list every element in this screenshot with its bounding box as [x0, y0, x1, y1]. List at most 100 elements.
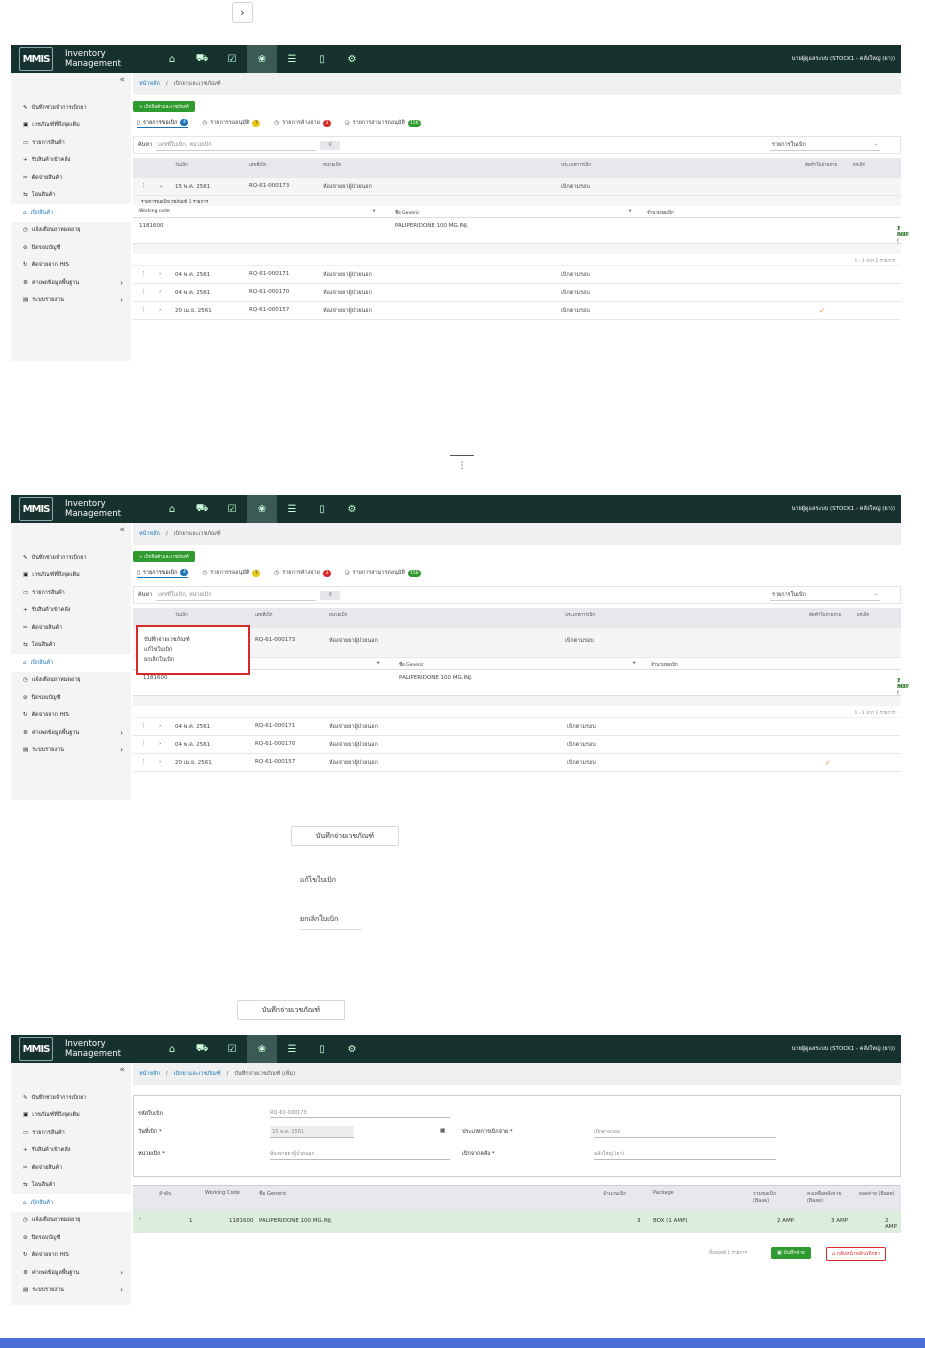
table-row-expanded[interactable]: ⋮ ⌄ 15 พ.ค. 2561 RQ-61-000173 ห้องจ่ายยา… — [133, 178, 901, 196]
sidebar-item[interactable]: ▤ ระบบรายงาน › — [11, 1282, 131, 1300]
row-menu-icon[interactable]: ⋮ — [141, 271, 147, 277]
date-field[interactable]: 15 พ.ค. 2561 — [270, 1126, 354, 1138]
gift-icon[interactable]: ❀ — [247, 45, 277, 73]
sidebar-item[interactable]: ✂ ตัดจ่ายสินค้า — [11, 169, 131, 187]
home-icon[interactable]: ⌂ — [157, 1035, 187, 1063]
sidebar-item[interactable]: ✂ ตัดจ่ายสินค้า — [11, 619, 131, 637]
record-dispense-callout[interactable]: บันทึกจ่ายเวชภัณฑ์ — [291, 826, 399, 846]
table-row[interactable]: ⋮ › 04 พ.ค. 2561 RQ-61-000170 ห้องจ่ายยาผู้ป… — [133, 736, 901, 754]
cart-icon[interactable]: ⛟ — [187, 495, 217, 523]
tab-requests[interactable]: ▯ รายการขอเบิก 4 — [137, 569, 189, 578]
chevron-right-icon[interactable]: › — [159, 759, 161, 765]
gear-icon[interactable]: ⚙ — [337, 1035, 367, 1063]
check-square-icon[interactable]: ☑ — [217, 495, 247, 523]
home-icon[interactable]: ⌂ — [157, 45, 187, 73]
sidebar-item[interactable]: ▣ เวชภัณฑ์ที่ถึงจุดเติม — [11, 1107, 131, 1125]
user-menu[interactable]: นายผู้ดูแลระบบ (STOCK1 - คลังใหญ่ (ยา)) — [792, 505, 895, 513]
row-menu-icon[interactable]: ⋮ — [141, 307, 147, 313]
user-menu[interactable]: นายผู้ดูแลระบบ (STOCK1 - คลังใหญ่ (ยา)) — [792, 1045, 895, 1053]
back-button[interactable]: ⌂ กลับหน้าหลัก/เบิกยา — [826, 1247, 887, 1261]
sidebar-item[interactable]: ◷ แจ้งเตือนยาหมดอายุ — [11, 222, 131, 240]
tab-requests[interactable]: ▯ รายการขอเบิก 4 — [137, 119, 189, 128]
menu-item-record-dispense[interactable]: บันทึกจ่ายเวชภัณฑ์ — [138, 635, 248, 645]
row-menu-icon[interactable]: ⋮ — [141, 759, 147, 765]
gift-icon[interactable]: ❀ — [247, 495, 277, 523]
sidebar-item[interactable]: ⚙ ค่าเพดข้อมูลพื้นฐาน › — [11, 1264, 131, 1282]
table-row[interactable]: ⋮ › 04 พ.ค. 2561 RQ-61-000170 ห้องจ่ายยาผู้ป… — [133, 284, 901, 302]
sidebar-item[interactable]: ⌂ เบิกสินค้า — [11, 204, 131, 222]
tab-pending[interactable]: ◷ รายการรออนุมัติ 7 — [202, 569, 261, 577]
chevron-right-icon[interactable]: › — [159, 723, 161, 729]
menu-item-edit[interactable]: แก้ไขใบเบิก — [138, 645, 248, 655]
sidebar-item[interactable]: ⚙ ค่าเพดข้อมูลพื้นฐาน › — [11, 724, 131, 742]
sidebar-item[interactable]: ◷ แจ้งเตือนยาหมดอายุ — [11, 672, 131, 690]
list-icon[interactable]: ☰ — [277, 45, 307, 73]
cancel-callout[interactable]: ยกเลิกใบเบิก — [300, 914, 362, 930]
sidebar-item[interactable]: ↻ ตัดจ่ายจาก HIS — [11, 707, 131, 725]
gear-icon[interactable]: ⚙ — [337, 45, 367, 73]
row-menu-icon[interactable]: ⋮ — [141, 183, 147, 189]
list-icon[interactable]: ☰ — [277, 495, 307, 523]
user-menu[interactable]: นายผู้ดูแลระบบ (STOCK1 - คลังใหญ่ (ยา)) — [792, 55, 895, 63]
sidebar-item[interactable]: ⚙ ค่าเพดข้อมูลพื้นฐาน › — [11, 274, 131, 292]
check-square-icon[interactable]: ☑ — [217, 45, 247, 73]
sidebar-item[interactable]: ◷ แจ้งเตือนยาหมดอายุ — [11, 1212, 131, 1230]
collapse-sidebar-icon[interactable]: « — [119, 75, 125, 85]
gift-icon[interactable]: ❀ — [247, 1035, 277, 1063]
new-requisition-button[interactable]: + เบิกสินค้าและเวชภัณฑ์ — [133, 101, 195, 112]
dept-field[interactable]: ห้องจ่ายยาผู้ป่วยนอก — [270, 1150, 450, 1160]
gear-icon[interactable]: ⚙ — [337, 495, 367, 523]
sidebar-item[interactable]: ▤ ระบบรายงาน › — [11, 292, 131, 310]
sidebar-item[interactable]: ✎ บันทึกช่วยจำการเบิกยา — [11, 549, 131, 567]
sidebar-item[interactable]: ▣ เวชภัณฑ์ที่ถึงจุดเติม — [11, 567, 131, 585]
chevron-right-icon[interactable]: › — [159, 307, 161, 313]
cart-icon[interactable]: ⛟ — [187, 45, 217, 73]
row-menu-icon[interactable]: ⋮ — [141, 289, 147, 295]
table-row[interactable]: ⋮ › 20 เม.ย. 2561 RQ-61-000157 ห้องจ่ายยาผู้… — [133, 754, 901, 772]
breadcrumb-home[interactable]: หน้าหลัก — [139, 1070, 160, 1078]
save-dispense-button[interactable]: ▣ บันทึกจ่าย — [771, 1247, 811, 1259]
chevron-right-icon[interactable]: › — [159, 741, 161, 747]
breadcrumb-home[interactable]: หน้าหลัก — [139, 530, 160, 538]
sidebar-item[interactable]: ✎ บันทึกช่วยจำการเบิกยา — [11, 1089, 131, 1107]
tab-pending[interactable]: ◷ รายการรออนุมัติ 7 — [202, 119, 261, 127]
sidebar-item[interactable]: ▣ เวชภัณฑ์ที่ถึงจุดเติม — [11, 117, 131, 135]
warehouse-field[interactable]: คลังใหญ่ (ยา) — [594, 1150, 776, 1160]
sidebar-item[interactable]: ⊘ ปิดรอบบัญชี — [11, 1229, 131, 1247]
table-row[interactable]: ⋮ › 20 เม.ย. 2561 RQ-61-000157 ห้องจ่ายยาผู้… — [133, 302, 901, 320]
sidebar-item[interactable]: ✂ ตัดจ่ายสินค้า — [11, 1159, 131, 1177]
chevron-right-icon[interactable]: › — [159, 271, 161, 277]
collapse-sidebar-icon[interactable]: « — [119, 1065, 125, 1075]
list-icon[interactable]: ☰ — [277, 1035, 307, 1063]
search-button[interactable]: ⚲ — [320, 140, 341, 150]
sidebar-item[interactable]: ⇆ โอนสินค้า — [11, 187, 131, 205]
sidebar-item[interactable]: ⊘ ปิดรอบบัญชี — [11, 689, 131, 707]
calendar-icon[interactable]: ▦ — [440, 1128, 445, 1134]
filter-select[interactable]: รายการในเบิก ⌄ — [770, 590, 880, 601]
menu-item-cancel[interactable]: ยกเลิกใบเบิก — [138, 655, 248, 665]
search-input[interactable]: เลขที่ใบเบิก, หน่วยเบิก — [156, 590, 317, 601]
chevron-down-icon[interactable]: ⌄ — [159, 183, 164, 189]
filter-select[interactable]: รายการในเบิก ⌄ — [770, 140, 880, 151]
collapse-sidebar-icon[interactable]: « — [119, 525, 125, 535]
breadcrumb-mid[interactable]: เบิกยาและเวชภัณฑ์ — [174, 1070, 221, 1078]
tab-backorder[interactable]: ◷ รายการค้างจ่าย 3 — [274, 119, 331, 127]
sidebar-item[interactable]: + รับสินค้าเข้าคลัง — [11, 1142, 131, 1160]
chevron-right-icon[interactable]: › — [159, 289, 161, 295]
row-menu-button[interactable]: ⋮ — [450, 455, 474, 475]
table-row[interactable]: ⋮ › 04 พ.ค. 2561 RQ-61-000171 ห้องจ่ายยาผู้ป… — [133, 718, 901, 736]
document-icon[interactable]: ▯ — [307, 495, 337, 523]
sidebar-item[interactable]: ⇆ โอนสินค้า — [11, 1177, 131, 1195]
sidebar-item[interactable]: ⌂ เบิกสินค้า — [11, 1194, 131, 1212]
table-row[interactable]: ⋮ › 04 พ.ค. 2561 RQ-61-000171 ห้องจ่ายยาผู้ป… — [133, 266, 901, 284]
search-button[interactable]: ⚲ — [320, 590, 341, 600]
sidebar-item[interactable]: + รับสินค้าเข้าคลัง — [11, 152, 131, 170]
cart-icon[interactable]: ⛟ — [187, 1035, 217, 1063]
sidebar-item[interactable]: ▤ ระบบรายงาน › — [11, 742, 131, 760]
sidebar-item[interactable]: ⊘ ปิดรอบบัญชี — [11, 239, 131, 257]
sidebar-item[interactable]: ⇆ โอนสินค้า — [11, 637, 131, 655]
sidebar-item[interactable]: ↻ ตัดจ่ายจาก HIS — [11, 1247, 131, 1265]
sidebar-item[interactable]: ✎ บันทึกช่วยจำการเบิกยา — [11, 99, 131, 117]
search-input[interactable]: เลขที่ใบเบิก, หน่วยเบิก — [156, 140, 317, 151]
sidebar-item[interactable]: ▭ รายการสินค้า — [11, 134, 131, 152]
